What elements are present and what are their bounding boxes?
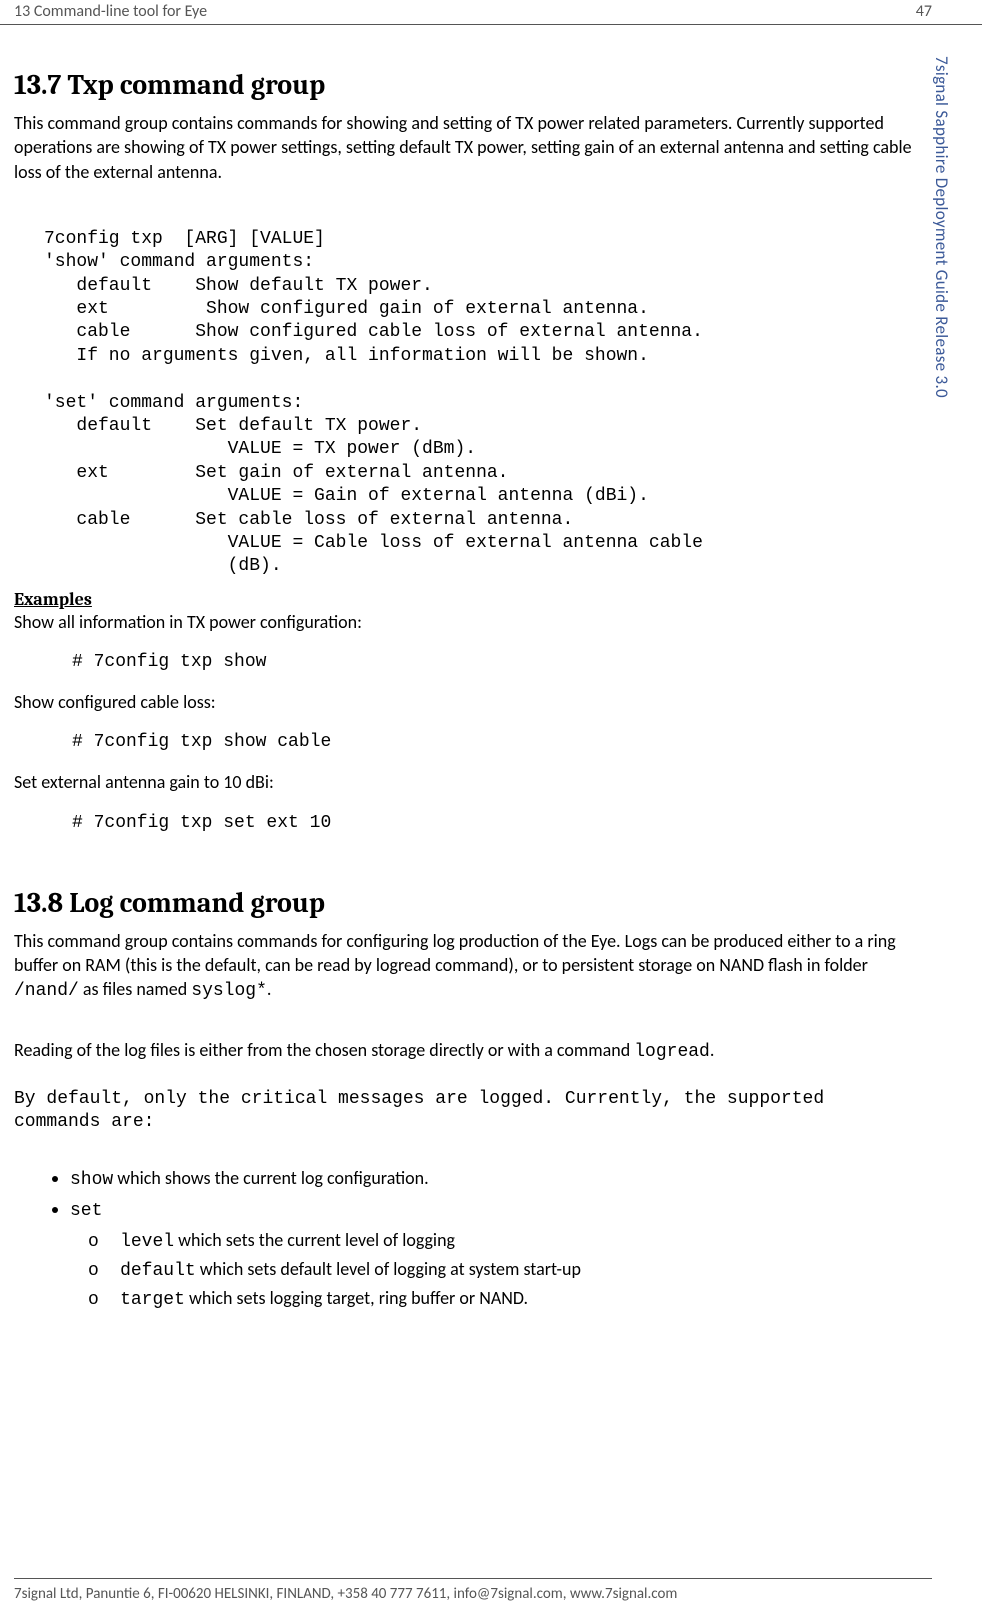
section-138-intro: This command group contains commands for… xyxy=(14,929,920,1004)
logread-cmd: logread xyxy=(634,1042,710,1062)
chapter-title: 13 Command-line tool for Eye xyxy=(14,2,207,21)
section-137-intro: This command group contains commands for… xyxy=(14,111,920,184)
set-sublist: level which sets the current level of lo… xyxy=(70,1227,920,1314)
sub-item-target: target which sets logging target, ring b… xyxy=(116,1285,920,1314)
example-1-cmd: # 7config txp show xyxy=(72,652,920,672)
main-content: 13.7 Txp command group This command grou… xyxy=(0,25,982,1314)
sub-item-default: default which sets default level of logg… xyxy=(116,1256,920,1285)
examples-heading: Examples xyxy=(14,589,920,610)
example-3-text: Set external antenna gain to 10 dBi: xyxy=(14,770,920,794)
side-label: 7signal Sapphire Deployment Guide Releas… xyxy=(931,56,952,398)
list-item-show: show which shows the current log configu… xyxy=(70,1165,920,1194)
example-1-text: Show all information in TX power configu… xyxy=(14,610,920,634)
section-137-title: 13.7 Txp command group xyxy=(14,69,920,101)
reading-log-text: Reading of the log files is either from … xyxy=(14,1038,920,1064)
syslog-files: syslog* xyxy=(191,981,267,1001)
example-3-cmd: # 7config txp set ext 10 xyxy=(72,813,920,833)
page-footer: 7signal Ltd, Panuntie 6, FI-00620 HELSIN… xyxy=(14,1578,932,1603)
txp-help-text: 7config txp [ARG] [VALUE] 'show' command… xyxy=(44,228,920,579)
page-number: 47 xyxy=(916,2,932,21)
page-header: 13 Command-line tool for Eye 47 xyxy=(0,0,982,25)
section-138-title: 13.8 Log command group xyxy=(14,887,920,919)
example-2-cmd: # 7config txp show cable xyxy=(72,732,920,752)
folder-path: /nand/ xyxy=(14,981,79,1001)
sub-item-level: level which sets the current level of lo… xyxy=(116,1227,920,1256)
default-logging-msg: By default, only the critical messages a… xyxy=(14,1088,920,1135)
log-commands-list: show which shows the current log configu… xyxy=(14,1165,920,1314)
example-2-text: Show configured cable loss: xyxy=(14,690,920,714)
list-item-set: set level which sets the current level o… xyxy=(70,1196,920,1314)
